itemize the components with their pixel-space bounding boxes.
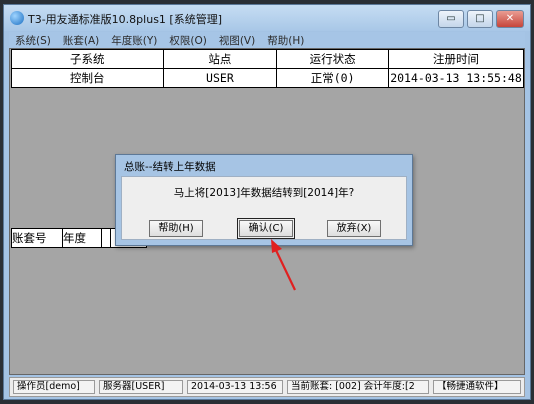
status-brand: 【畅捷通软件】 <box>433 380 521 394</box>
dialog-body: 马上将[2013]年数据结转到[2014]年? 帮助(H) 确认(C) 放弃(X… <box>121 176 407 240</box>
column-header-account-no: 账套号 <box>11 228 63 248</box>
status-server: 服务器[USER] <box>99 380 183 394</box>
annotation-arrow-icon <box>271 239 296 291</box>
status-current-account: 当前账套: [002] 会计年度:[2 <box>287 380 429 394</box>
menu-system[interactable]: 系统(S) <box>9 32 57 48</box>
confirm-button[interactable]: 确认(C) <box>237 218 295 239</box>
column-header-year: 年度 <box>62 228 102 248</box>
carry-forward-dialog: 总账--结转上年数据 马上将[2013]年数据结转到[2014]年? 帮助(H)… <box>115 154 413 246</box>
menu-account-set[interactable]: 账套(A) <box>57 32 105 48</box>
status-bar: 操作员[demo] 服务器[USER] 2014-03-13 13:56 当前账… <box>9 377 525 397</box>
cell-site: USER <box>162 68 278 88</box>
help-button[interactable]: 帮助(H) <box>149 220 203 237</box>
app-icon <box>10 11 24 25</box>
menu-view[interactable]: 视图(V) <box>213 32 261 48</box>
menu-bar: 系统(S) 账套(A) 年度账(Y) 权限(O) 视图(V) 帮助(H) <box>9 32 525 48</box>
menu-help[interactable]: 帮助(H) <box>261 32 310 48</box>
cell-register-time: 2014-03-13 13:55:48 <box>387 68 524 88</box>
column-header-site: 站点 <box>162 49 278 69</box>
column-header-status: 运行状态 <box>276 49 389 69</box>
column-header-subsystem: 子系统 <box>11 49 164 69</box>
window-title: T3-用友通标准版10.8plus1 [系统管理] <box>28 13 222 26</box>
status-operator: 操作员[demo] <box>13 380 95 394</box>
cell-subsystem: 控制台 <box>11 68 164 88</box>
column-header-blank <box>101 228 111 248</box>
column-header-register-time: 注册时间 <box>387 49 524 69</box>
dialog-message: 马上将[2013]年数据结转到[2014]年? <box>173 187 355 199</box>
dialog-title: 总账--结转上年数据 <box>124 161 216 173</box>
subsystem-table: 子系统 站点 运行状态 注册时间 控制台 USER 正常(0) 2014-03-… <box>11 49 524 88</box>
title-bar[interactable]: T3-用友通标准版10.8plus1 [系统管理] ▭ □ ✕ <box>4 5 530 31</box>
table-header-row: 子系统 站点 运行状态 注册时间 <box>11 49 524 69</box>
menu-permissions[interactable]: 权限(O) <box>163 32 212 48</box>
abandon-button[interactable]: 放弃(X) <box>327 220 381 237</box>
cell-status: 正常(0) <box>276 68 389 88</box>
menu-annual-account[interactable]: 年度账(Y) <box>105 32 163 48</box>
minimize-button[interactable]: ▭ <box>438 10 464 28</box>
close-button[interactable]: ✕ <box>496 10 524 28</box>
table-row[interactable]: 控制台 USER 正常(0) 2014-03-13 13:55:48 <box>11 68 524 88</box>
status-datetime: 2014-03-13 13:56 <box>187 380 283 394</box>
maximize-button[interactable]: □ <box>467 10 493 28</box>
